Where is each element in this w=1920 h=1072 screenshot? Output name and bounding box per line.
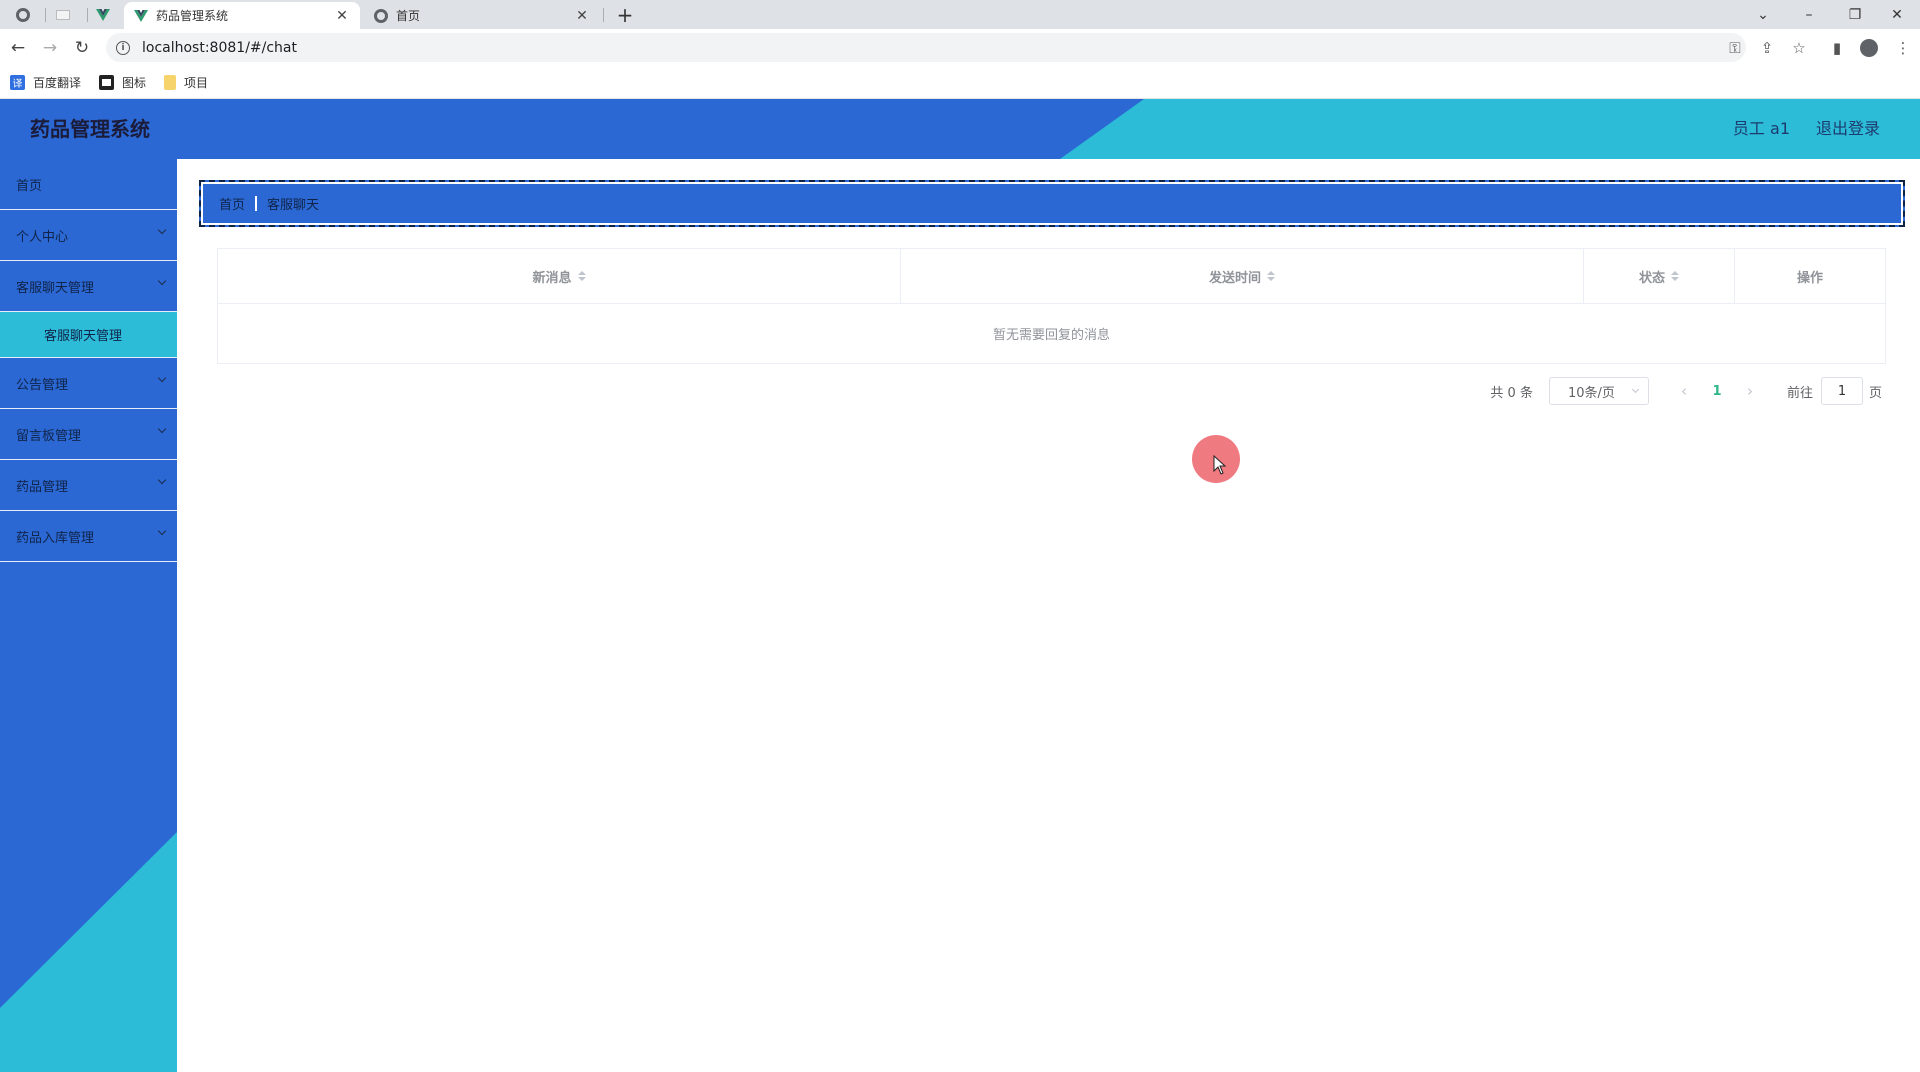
- pinned-tab-vue-icon[interactable]: [92, 0, 114, 29]
- sidebar-item-label: 公告管理: [16, 377, 69, 393]
- sidebar-item-label: 药品管理: [16, 479, 69, 495]
- restore-button[interactable]: ❐: [1832, 0, 1878, 29]
- table-empty-text: 暂无需要回复的消息: [992, 328, 1110, 343]
- sidebar: 首页 个人中心 客服聊天管理 客服聊天管理 公告管理 留言板管理 药品管理 药品…: [0, 159, 177, 1072]
- image-icon: [99, 74, 115, 90]
- messages-table: 新消息 发送时间 状态 操作 暂无需要回复的消息: [217, 248, 1886, 364]
- breadcrumb-current: 客服聊天: [267, 198, 320, 213]
- column-header-new-message[interactable]: 新消息: [218, 249, 901, 303]
- goto-page-input[interactable]: 1: [1820, 377, 1863, 405]
- profile-avatar-icon[interactable]: [1858, 37, 1880, 59]
- header-decoration: [1060, 99, 1920, 159]
- browser-tab-strip: 药品管理系统 ✕ 首页 ✕ + ⌄ – ❐ ✕: [0, 0, 1920, 29]
- tab-drug-system[interactable]: 药品管理系统 ✕: [124, 2, 360, 29]
- page-number-current[interactable]: 1: [1699, 384, 1735, 399]
- bookmark-star-icon[interactable]: ☆: [1788, 37, 1810, 59]
- column-label: 操作: [1796, 270, 1823, 286]
- reload-icon[interactable]: ↻: [70, 36, 94, 60]
- chevron-down-icon: [157, 475, 167, 485]
- sidebar-item-label: 客服聊天管理: [16, 280, 95, 296]
- chevron-down-icon: [157, 424, 167, 434]
- url-bar[interactable]: i localhost:8081/#/chat: [106, 33, 1746, 62]
- column-label: 新消息: [532, 270, 572, 286]
- breadcrumb: 首页 客服聊天: [199, 180, 1905, 227]
- sidebar-item-label: 药品入库管理: [16, 530, 95, 546]
- logout-link[interactable]: 退出登录: [1816, 99, 1880, 159]
- sidebar-item-message-board[interactable]: 留言板管理: [0, 409, 177, 460]
- password-key-icon[interactable]: ⚿: [1724, 37, 1746, 59]
- tab-title: 首页: [396, 9, 421, 23]
- app-header: 药品管理系统 员工 a1 退出登录: [0, 99, 1920, 159]
- page-unit-label: 页: [1868, 385, 1882, 401]
- sidebar-item-chat-management[interactable]: 客服聊天管理: [0, 261, 177, 312]
- share-icon[interactable]: ⇪: [1756, 37, 1778, 59]
- mouse-cursor-icon: [1213, 455, 1227, 475]
- sidebar-item-label: 客服聊天管理: [44, 329, 123, 344]
- bookmarks-bar: 译 百度翻译 图标 项目: [0, 66, 1920, 99]
- breadcrumb-separator: [255, 196, 258, 211]
- chevron-down-icon: [157, 276, 167, 286]
- sidebar-item-drugs[interactable]: 药品管理: [0, 460, 177, 511]
- url-text: localhost:8081/#/chat: [142, 39, 297, 56]
- tab-search-icon[interactable]: ⌄: [1740, 0, 1786, 29]
- bookmark-label: 图标: [122, 75, 147, 90]
- close-window-button[interactable]: ✕: [1874, 0, 1920, 29]
- folder-icon: [164, 74, 177, 90]
- site-info-icon[interactable]: i: [116, 40, 130, 55]
- chevron-down-icon: [1631, 385, 1640, 394]
- sidebar-item-announcements[interactable]: 公告管理: [0, 358, 177, 409]
- pagination-total: 共 0 条: [1490, 385, 1533, 401]
- column-label: 状态: [1638, 270, 1665, 286]
- sort-icon[interactable]: [1671, 271, 1679, 281]
- column-header-actions: 操作: [1735, 249, 1885, 303]
- close-tab-icon[interactable]: ✕: [574, 8, 590, 24]
- chevron-down-icon: [157, 225, 167, 235]
- column-header-status[interactable]: 状态: [1584, 249, 1735, 303]
- sidebar-item-drug-stock-in[interactable]: 药品入库管理: [0, 511, 177, 562]
- vue-icon: [134, 9, 148, 22]
- sort-icon[interactable]: [1267, 271, 1275, 281]
- sidebar-item-label: 留言板管理: [16, 428, 82, 444]
- sidebar-item-personal-center[interactable]: 个人中心: [0, 210, 177, 261]
- bookmark-icons[interactable]: 图标: [99, 74, 146, 91]
- column-header-send-time[interactable]: 发送时间: [901, 249, 1584, 303]
- page-size-select[interactable]: 10条/页: [1548, 377, 1649, 405]
- goto-label: 前往: [1786, 385, 1813, 401]
- new-tab-button[interactable]: +: [612, 0, 638, 29]
- chevron-down-icon: [157, 526, 167, 536]
- app-title: 药品管理系统: [30, 117, 150, 141]
- minimize-button[interactable]: –: [1786, 0, 1832, 29]
- bookmark-label: 百度翻译: [33, 75, 82, 90]
- sidebar-item-home[interactable]: 首页: [0, 159, 177, 210]
- sidebar-item-label: 首页: [16, 178, 43, 194]
- prev-page-icon[interactable]: ‹: [1669, 382, 1699, 400]
- sidebar-subitem-chat-management[interactable]: 客服聊天管理: [0, 312, 177, 358]
- back-arrow-icon[interactable]: ←: [6, 36, 30, 60]
- sort-icon[interactable]: [577, 271, 586, 281]
- bookmark-project[interactable]: 项目: [164, 74, 208, 91]
- chevron-down-icon: [157, 373, 167, 383]
- bookmark-baidu-translate[interactable]: 译 百度翻译: [10, 74, 81, 91]
- pinned-tab-globe-icon[interactable]: [12, 0, 34, 29]
- pinned-tab-blank-icon[interactable]: [52, 0, 74, 29]
- breadcrumb-home[interactable]: 首页: [219, 194, 245, 213]
- address-toolbar: ← → ↻ i localhost:8081/#/chat ⚿ ⇪ ☆ ▮ ⋮: [0, 29, 1920, 66]
- close-tab-icon[interactable]: ✕: [334, 8, 350, 24]
- current-user: 员工 a1: [1732, 119, 1790, 138]
- sidebar-item-label: 个人中心: [16, 229, 69, 245]
- tab-title: 药品管理系统: [156, 9, 229, 23]
- globe-icon: [374, 8, 388, 23]
- pagination: 共 0 条 10条/页 ‹ 1 › 前往 1 页: [1490, 377, 1882, 405]
- browser-menu-icon[interactable]: ⋮: [1892, 37, 1914, 59]
- forward-arrow-icon[interactable]: →: [38, 36, 62, 60]
- column-label: 发送时间: [1208, 270, 1261, 286]
- next-page-icon[interactable]: ›: [1735, 382, 1765, 400]
- tab-home[interactable]: 首页 ✕: [364, 2, 600, 29]
- side-panel-icon[interactable]: ▮: [1826, 37, 1848, 59]
- table-header: 新消息 发送时间 状态 操作: [218, 249, 1885, 304]
- sidebar-decoration: [0, 832, 177, 1072]
- translate-icon: 译: [10, 74, 25, 90]
- bookmark-label: 项目: [184, 75, 209, 90]
- page-size-value: 10条/页: [1567, 385, 1615, 401]
